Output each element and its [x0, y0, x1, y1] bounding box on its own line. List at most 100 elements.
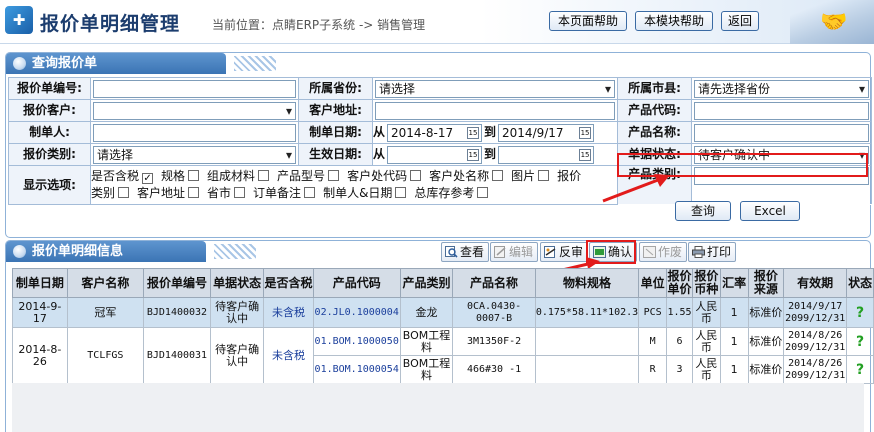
column-header[interactable]: 有效期	[783, 268, 848, 298]
edit-button-label: 编辑	[509, 245, 534, 259]
excel-button[interactable]: Excel	[740, 201, 800, 221]
column-header[interactable]: 是否含税	[263, 268, 314, 298]
panel-bullet-icon	[13, 57, 26, 70]
cell-spec: 0.175*58.11*102.3	[534, 297, 640, 328]
effective-date-label: 生效日期:	[298, 143, 373, 166]
table-row[interactable]: 2014-8-26 TCLFGS BJD1400031 待客户确认中 未含税 0…	[12, 327, 874, 384]
print-button[interactable]: 打印	[688, 242, 737, 262]
cell-product-class: BOM工程料	[399, 327, 454, 356]
option-label: 组成材料	[207, 169, 256, 183]
product-code-input[interactable]	[694, 101, 869, 120]
column-header[interactable]: 制单日期	[12, 268, 68, 298]
status-question-icon[interactable]: ?	[846, 297, 874, 328]
option-checkbox[interactable]	[395, 187, 407, 198]
cell-spec	[534, 327, 640, 356]
cell-rate: 1	[719, 355, 749, 384]
display-options-label: 显示选项:	[8, 165, 91, 205]
calendar-icon[interactable]: 15	[579, 126, 592, 139]
created-to-input[interactable]: 2014/9/17 15	[498, 123, 595, 142]
status-question-icon[interactable]: ?	[846, 327, 874, 356]
option-label: 产品型号	[277, 169, 326, 183]
city-select[interactable]: 请先选择省份	[694, 79, 869, 98]
category-select[interactable]: 请选择	[93, 145, 296, 164]
cell-product-class: BOM工程料	[399, 355, 454, 384]
cell-customer: TCLFGS	[66, 327, 145, 384]
option-checkbox[interactable]	[188, 170, 200, 181]
cell-source: 标准价	[747, 327, 785, 356]
calendar-icon[interactable]: 15	[467, 148, 480, 161]
column-header[interactable]: 产品代码	[312, 268, 401, 298]
display-options-line1: 是否含税 ✓ 规格 组成材料 产品型号 客户处代码 客户处名称 图片 报价	[91, 168, 617, 185]
column-header[interactable]: 报价单编号	[143, 268, 211, 298]
column-header[interactable]: 报价单价	[666, 268, 694, 298]
page-help-button[interactable]: 本页面帮助	[549, 11, 627, 31]
void-button[interactable]: 作废	[639, 242, 688, 262]
detail-panel-title: 报价单明细信息	[32, 244, 124, 259]
customer-select[interactable]	[93, 101, 296, 120]
edit-button[interactable]: 编辑	[490, 242, 539, 262]
effective-from-input[interactable]: 15	[387, 145, 483, 164]
module-help-button[interactable]: 本模块帮助	[635, 11, 713, 31]
option-checkbox[interactable]	[477, 187, 489, 198]
quote-no-label: 报价单编号:	[8, 77, 91, 100]
option-checkbox[interactable]	[234, 187, 246, 198]
column-header[interactable]: 报价币种	[692, 268, 721, 298]
option-label: 客户地址	[137, 186, 186, 200]
column-header[interactable]: 状态	[846, 268, 874, 298]
effective-to-input[interactable]: 15	[498, 145, 595, 164]
created-date-label: 制单日期:	[298, 121, 373, 144]
customer-label: 报价客户:	[8, 99, 91, 122]
province-select[interactable]: 请选择	[375, 79, 615, 98]
option-label: 类别	[91, 186, 116, 200]
created-to-value: 2014/9/17	[502, 125, 564, 140]
cell-validity: 2014/8/26 2099/12/31	[783, 355, 848, 384]
category-label: 报价类别:	[8, 143, 91, 166]
cell-unit: R	[638, 355, 668, 384]
option-checkbox[interactable]	[118, 187, 130, 198]
quote-no-input[interactable]	[93, 79, 296, 98]
option-checkbox[interactable]	[410, 170, 422, 181]
app-logo-icon: ✚	[5, 6, 33, 34]
cell-source: 标准价	[747, 297, 785, 328]
column-header[interactable]: 汇率	[719, 268, 749, 298]
option-checkbox[interactable]	[188, 187, 200, 198]
table-row[interactable]: 2014-9-17 冠军 BJD1400032 待客户确认中 未含税 02.JL…	[12, 297, 874, 328]
option-label: 图片	[511, 169, 536, 183]
status-highlight-arrow	[602, 174, 670, 203]
address-input[interactable]	[375, 101, 615, 120]
option-checkbox[interactable]: ✓	[142, 173, 154, 184]
search-button[interactable]: 查询	[675, 201, 731, 221]
option-checkbox[interactable]	[328, 170, 340, 181]
column-header[interactable]: 单位	[638, 268, 668, 298]
column-header[interactable]: 单据状态	[209, 268, 265, 298]
column-header[interactable]: 报价来源	[747, 268, 785, 298]
option-label: 订单备注	[253, 186, 302, 200]
calendar-icon[interactable]: 15	[467, 126, 480, 139]
detail-panel-header: 报价单明细信息	[6, 241, 256, 262]
option-label: 省市	[207, 186, 232, 200]
table-header-row: 制单日期 客户名称 报价单编号 单据状态 是否含税 产品代码 产品类别 产品名称 物料规格 单位报…	[12, 268, 874, 298]
option-checkbox[interactable]	[492, 170, 504, 181]
option-label: 制单人&日期	[323, 186, 393, 200]
option-label: 客户处名称	[429, 169, 490, 183]
option-checkbox[interactable]	[538, 170, 550, 181]
back-button[interactable]: 返回	[721, 11, 759, 31]
cell-price: 6	[666, 327, 694, 356]
status-question-icon[interactable]: ?	[846, 355, 874, 384]
product-name-input[interactable]	[694, 123, 869, 142]
calendar-icon[interactable]: 15	[579, 148, 592, 161]
created-from-input[interactable]: 2014-8-17 15	[387, 123, 483, 142]
option-checkbox[interactable]	[258, 170, 270, 181]
option-checkbox[interactable]	[304, 187, 316, 198]
cell-date: 2014-8-26	[12, 327, 68, 384]
cell-product-code: 02.JL0.1000004	[312, 297, 401, 328]
creator-input[interactable]	[93, 123, 296, 142]
view-button[interactable]: 查看	[441, 242, 490, 262]
column-header[interactable]: 产品名称	[452, 268, 536, 298]
column-header[interactable]: 产品类别	[399, 268, 454, 298]
cell-quote-no: BJD1400031	[143, 327, 211, 384]
column-header[interactable]: 物料规格	[534, 268, 640, 298]
cell-validity: 2014/8/26 2099/12/31	[783, 327, 848, 356]
column-header[interactable]: 客户名称	[66, 268, 145, 298]
from-label: 从	[373, 147, 386, 162]
